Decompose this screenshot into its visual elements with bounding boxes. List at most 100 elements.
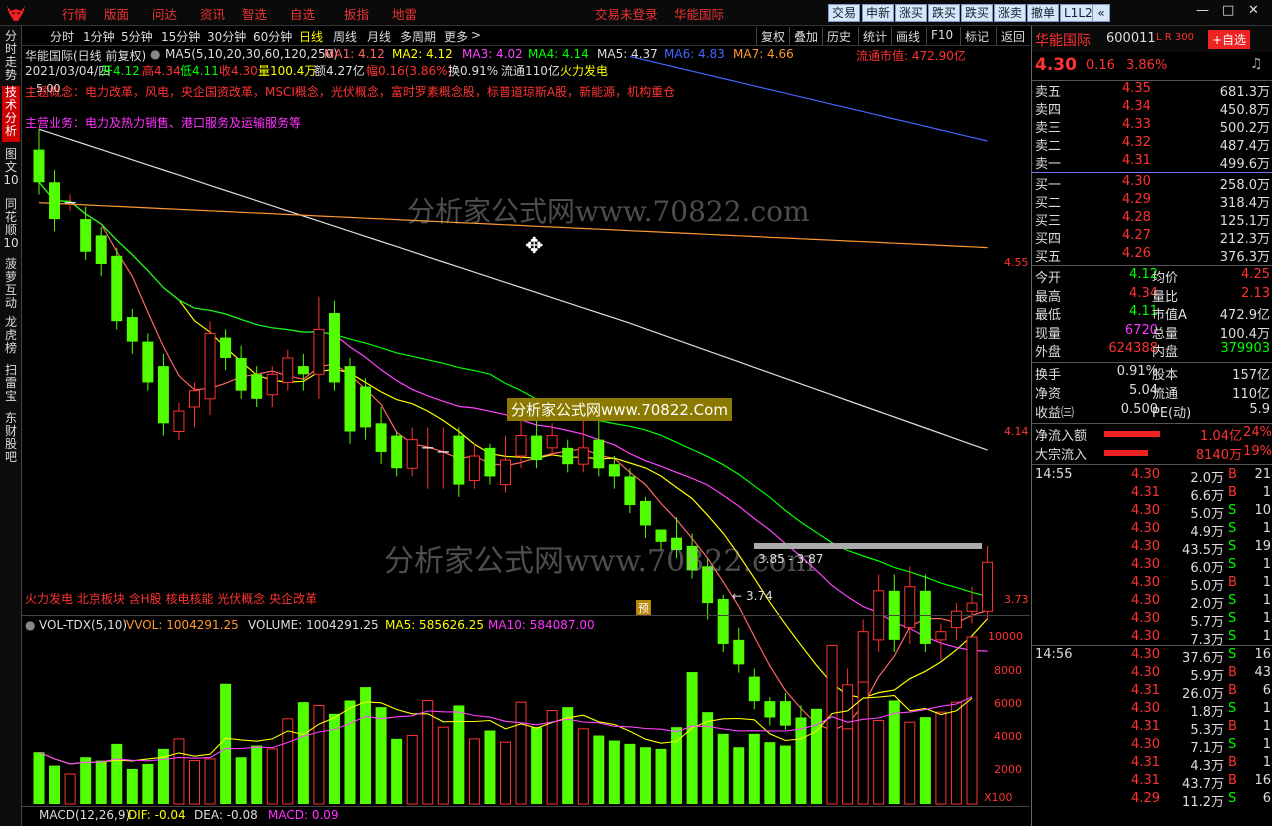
tick-row[interactable]: 4.30 2.0万 S 1	[1032, 593, 1272, 612]
tick-row[interactable]: 4.30 5.0万 S 10	[1032, 503, 1272, 522]
candle[interactable]	[717, 594, 729, 653]
candle[interactable]	[313, 296, 325, 399]
volume-bar[interactable]	[904, 721, 916, 805]
volume-bar[interactable]	[531, 727, 543, 804]
period-5min[interactable]: 5分钟	[121, 28, 153, 45]
flow-row[interactable]: 大宗流入 8140万 19%	[1032, 444, 1272, 463]
candle[interactable]	[360, 378, 372, 440]
close-icon[interactable]: ✕	[1248, 3, 1259, 18]
candle[interactable]	[779, 692, 791, 730]
candle[interactable]	[297, 353, 309, 391]
menu-zixun[interactable]: 资讯	[200, 4, 225, 23]
volume-bar[interactable]	[546, 709, 558, 805]
candle[interactable]	[453, 427, 465, 497]
volume-bar[interactable]	[49, 765, 61, 804]
candle[interactable]	[950, 603, 962, 640]
volume-bar[interactable]	[95, 760, 107, 804]
volume-bar[interactable]	[842, 728, 854, 805]
candle[interactable]	[64, 194, 76, 211]
stat2-row[interactable]: 收益㈢ 0.500 PE(动) 5.9	[1032, 402, 1272, 421]
volume-bar[interactable]	[950, 701, 962, 805]
buy-up-button[interactable]: 涨买	[895, 4, 928, 22]
candle[interactable]	[639, 496, 651, 538]
candle[interactable]	[406, 427, 418, 477]
volume-bar[interactable]	[251, 745, 263, 804]
tab-guba[interactable]: 东财股吧	[2, 412, 20, 464]
candle[interactable]	[328, 300, 340, 391]
login-status[interactable]: 交易未登录	[595, 4, 658, 23]
volume-bar[interactable]	[686, 672, 698, 804]
tick-row[interactable]: 4.30 5.7万 S 1	[1032, 611, 1272, 630]
tool-history[interactable]: 历史	[822, 27, 855, 45]
tick-row[interactable]: 4.30 1.8万 S 1	[1032, 701, 1272, 720]
volume-bar[interactable]	[142, 763, 154, 804]
candle[interactable]	[873, 574, 885, 653]
candle[interactable]	[888, 574, 900, 653]
candle[interactable]	[173, 402, 185, 440]
volume-bar[interactable]	[406, 735, 418, 805]
period-fenshi[interactable]: 分时	[50, 28, 74, 45]
sell-up-button[interactable]: 涨卖	[994, 4, 1027, 22]
volume-bar[interactable]	[111, 743, 123, 804]
candle[interactable]	[982, 545, 994, 620]
candle[interactable]	[126, 308, 138, 354]
volume-bar[interactable]	[204, 758, 216, 805]
tick-row[interactable]: 4.30 4.9万 S 1	[1032, 521, 1272, 540]
ipo-button[interactable]: 申新	[862, 4, 895, 22]
volume-bar[interactable]	[639, 747, 651, 804]
stat-row[interactable]: 现量 6720 总量 100.4万	[1032, 323, 1272, 342]
buy-down-button[interactable]: 跌买	[928, 4, 961, 22]
volume-bar[interactable]	[220, 683, 232, 804]
tab-fenshi[interactable]: 分时走势	[2, 30, 20, 82]
candle[interactable]	[235, 345, 247, 399]
volume-bar[interactable]	[515, 701, 527, 805]
period-15min[interactable]: 15分钟	[161, 28, 200, 45]
candle[interactable]	[33, 129, 45, 195]
tab-tonghuashun[interactable]: 同花顺10	[2, 198, 20, 254]
menu-dilei[interactable]: 地雷	[392, 4, 417, 23]
candle[interactable]	[157, 353, 169, 436]
volume-bar[interactable]	[328, 713, 340, 804]
tick-row[interactable]: 4.29 11.2万 S 6	[1032, 791, 1272, 810]
volume-bar[interactable]	[360, 687, 372, 804]
stat-row[interactable]: 外盘 624388 内盘 379903	[1032, 341, 1272, 360]
candle[interactable]	[422, 427, 434, 489]
tick-row[interactable]: 4.30 7.1万 S 1	[1032, 737, 1272, 756]
volume-bar[interactable]	[764, 742, 776, 804]
candle[interactable]	[344, 357, 356, 444]
ask-row[interactable]: 卖五 4.35 681.3万	[1032, 81, 1272, 100]
candle[interactable]	[49, 170, 61, 232]
volume-bar[interactable]	[733, 747, 745, 804]
candle[interactable]	[95, 227, 107, 277]
tool-back[interactable]: 返回	[996, 27, 1029, 45]
volume-bar[interactable]	[608, 740, 620, 804]
candle[interactable]	[593, 415, 605, 477]
period-30min[interactable]: 30分钟	[207, 28, 246, 45]
tick-row[interactable]: 4.31 4.3万 B 1	[1032, 755, 1272, 774]
add-watchlist-button[interactable]: +自选	[1208, 30, 1251, 49]
volume-bar[interactable]	[189, 760, 200, 805]
candle[interactable]	[764, 697, 776, 726]
period-60min[interactable]: 60分钟	[253, 28, 292, 45]
stat2-row[interactable]: 净资 5.04 流通 110亿	[1032, 383, 1272, 402]
volume-bar[interactable]	[391, 738, 403, 804]
bid-row[interactable]: 买四 4.27 212.3万	[1032, 228, 1272, 247]
tab-tuwen[interactable]: 图文10	[2, 148, 20, 192]
period-daily[interactable]: 日线	[299, 28, 323, 45]
volume-bar[interactable]	[437, 726, 449, 805]
tab-saoleibao[interactable]: 扫雷宝	[2, 364, 20, 404]
candle[interactable]	[919, 574, 931, 653]
tool-f10[interactable]: F10	[926, 27, 957, 45]
menu-wenda[interactable]: 问达	[152, 4, 177, 23]
trade-button[interactable]: 交易	[828, 4, 861, 22]
tick-row[interactable]: 4.31 6.6万 B 1	[1032, 485, 1272, 504]
candle[interactable]	[282, 349, 294, 391]
tick-row[interactable]: 4.30 43.5万 S 19	[1032, 539, 1272, 558]
candle[interactable]	[733, 627, 745, 673]
bid-row[interactable]: 买五 4.26 376.3万	[1032, 246, 1272, 265]
volume-bar[interactable]	[624, 743, 636, 804]
candle[interactable]	[842, 668, 854, 738]
volume-bar[interactable]	[235, 757, 247, 804]
ask-row[interactable]: 卖三 4.33 500.2万	[1032, 117, 1272, 136]
ask-row[interactable]: 卖一 4.31 499.6万	[1032, 153, 1272, 172]
